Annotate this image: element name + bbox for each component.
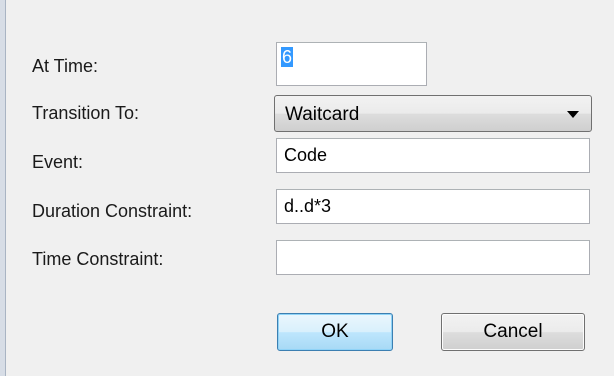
transition-to-selected-value: Waitcard <box>285 104 360 125</box>
at-time-label: At Time: <box>32 56 99 76</box>
at-time-input[interactable]: 6 <box>276 42 427 86</box>
cancel-button[interactable]: Cancel <box>441 313 585 351</box>
time-constraint-input[interactable] <box>276 240 590 275</box>
event-input[interactable]: Code <box>276 138 590 173</box>
duration-constraint-value: d..d*3 <box>284 196 332 216</box>
ok-button[interactable]: OK <box>277 313 393 351</box>
event-value: Code <box>284 145 328 165</box>
window-left-border <box>0 0 6 376</box>
duration-constraint-input[interactable]: d..d*3 <box>276 189 590 224</box>
duration-constraint-label: Duration Constraint: <box>32 201 193 221</box>
event-label: Event: <box>32 152 84 172</box>
transition-to-select[interactable]: Waitcard <box>274 95 592 132</box>
chevron-down-icon <box>567 111 579 118</box>
transition-to-label: Transition To: <box>32 103 140 123</box>
time-constraint-label: Time Constraint: <box>32 249 164 269</box>
transition-dialog: At Time: 6 Transition To: Waitcard Event… <box>0 0 614 376</box>
at-time-value: 6 <box>281 47 294 67</box>
